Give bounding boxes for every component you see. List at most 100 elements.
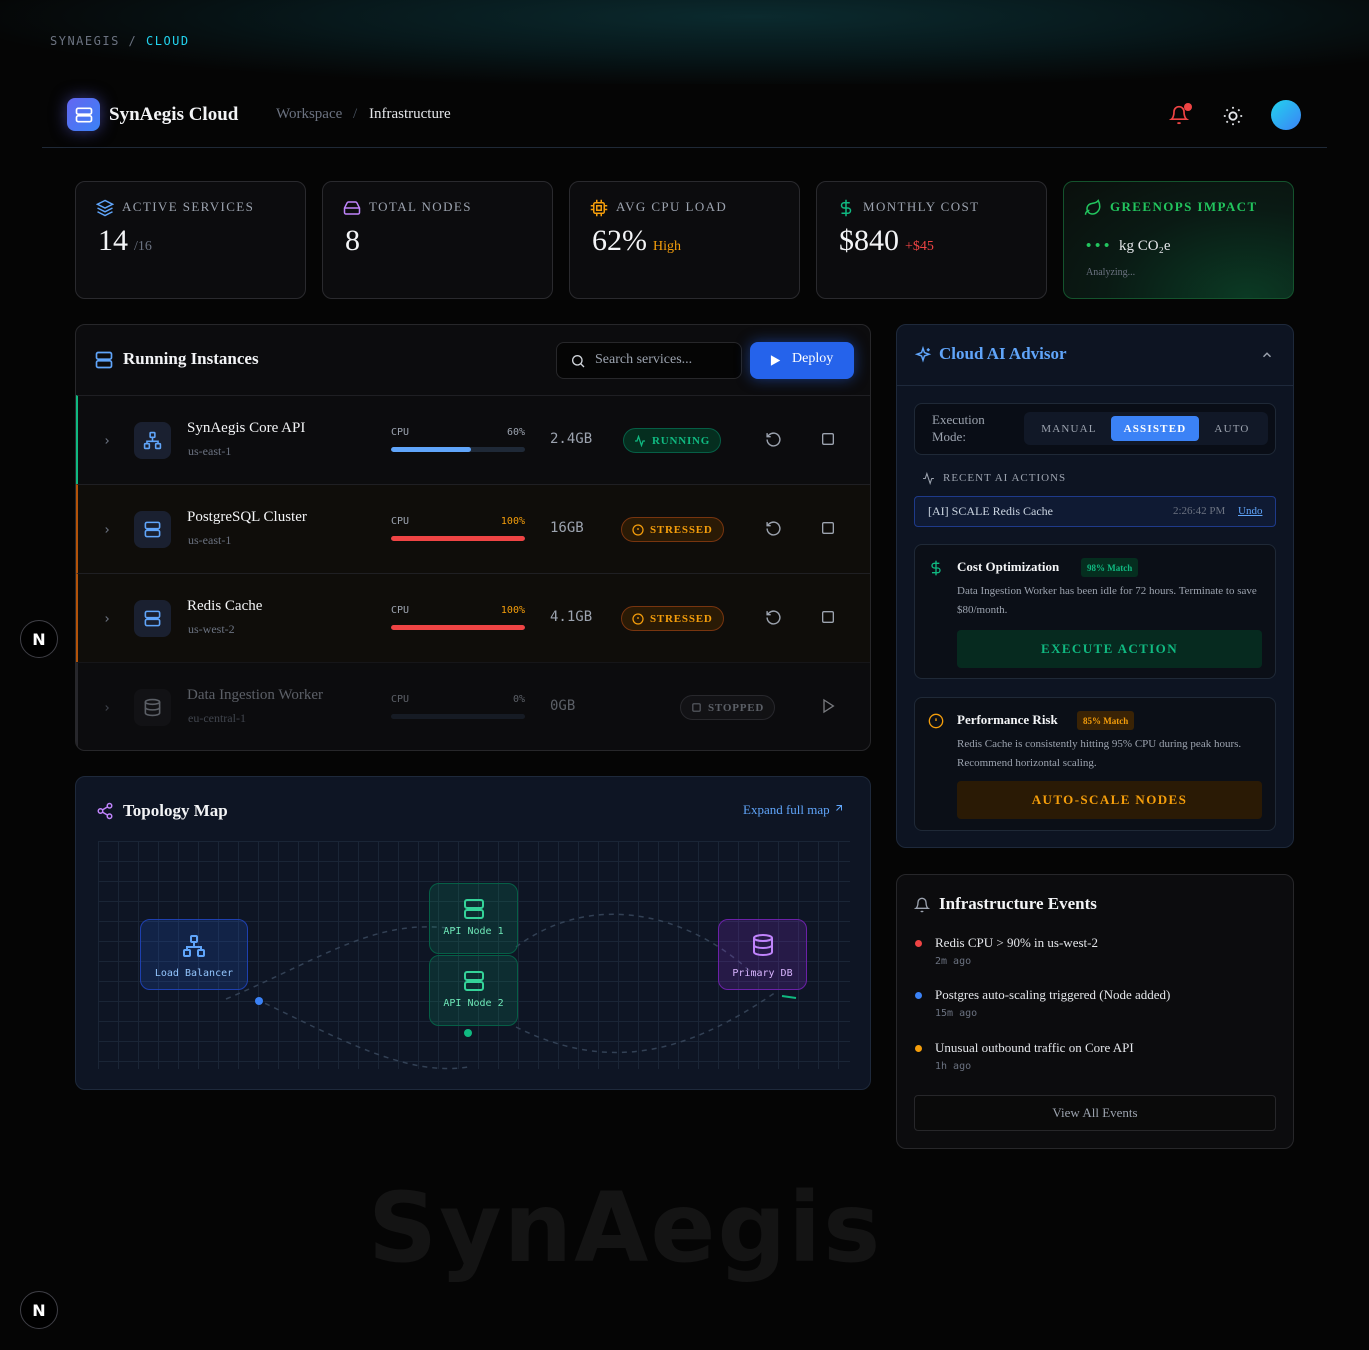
mode-auto-button[interactable]: AUTO bbox=[1202, 416, 1262, 441]
stat-greenops: GREENOPS IMPACT • • • kg CO₂e Analyzing.… bbox=[1063, 181, 1294, 299]
database-icon bbox=[134, 689, 171, 726]
restart-icon[interactable] bbox=[765, 431, 782, 448]
breadcrumb-root[interactable]: SYNAEGIS bbox=[50, 34, 120, 48]
cpu-percent: 60% bbox=[506, 427, 525, 438]
view-all-events-button[interactable]: View All Events bbox=[914, 1095, 1276, 1131]
execution-mode-label: Execution Mode: bbox=[932, 412, 985, 444]
cpu-icon bbox=[590, 199, 608, 217]
stat-label: AVG CPU LOAD bbox=[616, 199, 728, 214]
theme-toggle-sun-icon[interactable] bbox=[1222, 105, 1244, 127]
restart-icon[interactable] bbox=[765, 520, 782, 537]
instance-row[interactable]: SynAegis Core API us-east-1 CPU 60% 2.4G… bbox=[76, 395, 870, 484]
cpu-percent: 100% bbox=[500, 605, 525, 616]
logo-icon[interactable] bbox=[67, 98, 100, 131]
stop-icon[interactable] bbox=[820, 520, 836, 536]
node-primary-db[interactable]: Primary DB bbox=[718, 919, 807, 990]
event-dot bbox=[915, 1045, 922, 1052]
event-dot bbox=[915, 992, 922, 999]
stat-total-nodes: TOTAL NODES 8 bbox=[322, 181, 553, 299]
stat-label: TOTAL NODES bbox=[369, 199, 472, 214]
mode-assisted-button[interactable]: ASSISTED bbox=[1111, 416, 1199, 441]
memory-value: 4.1GB bbox=[550, 609, 593, 625]
recent-action-time: 2:26:42 PM bbox=[1173, 505, 1226, 517]
instance-region: us-west-2 bbox=[188, 622, 235, 636]
restart-icon[interactable] bbox=[765, 609, 782, 626]
bell-icon bbox=[913, 896, 931, 919]
status-text: STRESSED bbox=[650, 523, 713, 536]
node-label: API Node 2 bbox=[443, 998, 504, 1009]
panel-title: Infrastructure Events bbox=[939, 894, 1097, 913]
breadcrumb-workspace[interactable]: Workspace bbox=[276, 106, 342, 123]
cpu-bar bbox=[391, 625, 525, 630]
hard-drive-icon bbox=[343, 199, 361, 217]
stat-label: ACTIVE SERVICES bbox=[122, 199, 255, 214]
infrastructure-events-panel: Infrastructure Events Redis CPU > 90% in… bbox=[896, 874, 1294, 1149]
execute-action-button[interactable]: EXECUTE ACTION bbox=[957, 630, 1262, 668]
memory-value: 16GB bbox=[550, 520, 584, 536]
play-icon[interactable] bbox=[820, 698, 836, 714]
stop-icon[interactable] bbox=[820, 609, 836, 625]
node-api-1[interactable]: API Node 1 bbox=[429, 883, 518, 954]
stat-value: 8 bbox=[345, 224, 360, 258]
running-instances-panel: Running Instances Search services... Dep… bbox=[75, 324, 871, 751]
memory-value: 0GB bbox=[550, 698, 576, 714]
dollar-icon bbox=[928, 559, 944, 582]
notification-dot bbox=[1184, 103, 1192, 111]
stat-value: • • • kg CO₂e bbox=[1086, 238, 1171, 255]
stat-active-services: ACTIVE SERVICES 14/16 bbox=[75, 181, 306, 299]
stop-icon[interactable] bbox=[820, 431, 836, 447]
event-time: 15m ago bbox=[935, 1008, 978, 1019]
node-api-2[interactable]: API Node 2 bbox=[429, 955, 518, 1026]
node-label: API Node 1 bbox=[443, 926, 504, 937]
instance-row[interactable]: PostgreSQL Cluster us-east-1 CPU 100% 16… bbox=[76, 484, 870, 573]
search-icon bbox=[570, 353, 586, 374]
chevron-right-icon[interactable] bbox=[102, 612, 112, 624]
dev-badge-letter: N bbox=[32, 1300, 46, 1320]
instance-name: Redis Cache bbox=[187, 598, 263, 614]
deploy-button[interactable]: Deploy bbox=[750, 342, 854, 379]
topology-map-panel: Topology Map Expand full map Load Balanc… bbox=[75, 776, 871, 1090]
dev-badge-icon[interactable]: N bbox=[20, 1291, 58, 1329]
instance-row[interactable]: Redis Cache us-west-2 CPU 100% 4.1GB STR… bbox=[76, 573, 870, 662]
chevron-right-icon[interactable] bbox=[102, 701, 112, 713]
dev-badge-letter: N bbox=[32, 629, 46, 649]
chevron-right-icon[interactable] bbox=[102, 434, 112, 446]
instance-row[interactable]: Data Ingestion Worker eu-central-1 CPU 0… bbox=[76, 662, 870, 750]
recommendation-card-cost: Cost Optimization 98% Match Data Ingesti… bbox=[914, 544, 1276, 679]
cpu-label: CPU bbox=[391, 605, 410, 616]
app-header: SynAegis Cloud Workspace / Infrastructur… bbox=[42, 95, 1327, 148]
search-input[interactable]: Search services... bbox=[556, 342, 742, 379]
memory-value: 2.4GB bbox=[550, 431, 593, 447]
execution-mode-toggle: MANUAL ASSISTED AUTO bbox=[1024, 412, 1268, 445]
stat-sub: High bbox=[653, 239, 681, 254]
node-load-balancer[interactable]: Load Balancer bbox=[140, 919, 248, 990]
chevron-right-icon[interactable] bbox=[102, 523, 112, 535]
recent-action-row: [AI] SCALE Redis Cache 2:26:42 PM Undo bbox=[914, 496, 1276, 527]
execution-mode-box: Execution Mode: MANUAL ASSISTED AUTO bbox=[914, 403, 1276, 455]
chevron-up-icon[interactable] bbox=[1260, 348, 1274, 367]
user-avatar[interactable] bbox=[1271, 100, 1301, 130]
server-icon bbox=[134, 511, 171, 548]
mode-manual-button[interactable]: MANUAL bbox=[1030, 416, 1108, 441]
match-badge: 85% Match bbox=[1077, 711, 1135, 730]
status-badge: STRESSED bbox=[621, 606, 724, 631]
dev-badge-icon[interactable]: N bbox=[20, 620, 58, 658]
instance-region: us-east-1 bbox=[188, 444, 232, 458]
stat-monthly-cost: MONTHLY COST $840 +$45 bbox=[816, 181, 1047, 299]
undo-link[interactable]: Undo bbox=[1238, 505, 1262, 517]
watermark-logo: SynAegis bbox=[368, 1172, 883, 1284]
ai-advisor-panel: Cloud AI Advisor Execution Mode: MANUAL … bbox=[896, 324, 1294, 848]
loading-dots: • • • bbox=[1086, 238, 1110, 254]
stat-number: $840 bbox=[839, 224, 899, 257]
status-text: STOPPED bbox=[708, 701, 765, 714]
match-badge: 98% Match bbox=[1081, 558, 1139, 577]
instance-region: us-east-1 bbox=[188, 533, 232, 547]
recommendation-card-performance: Performance Risk 85% Match Redis Cache i… bbox=[914, 697, 1276, 831]
cpu-bar-fill bbox=[391, 536, 525, 541]
breadcrumb-infrastructure: Infrastructure bbox=[369, 106, 451, 122]
stopped-square-icon bbox=[692, 703, 701, 712]
auto-scale-button[interactable]: AUTO-SCALE NODES bbox=[957, 781, 1262, 819]
stat-number: 8 bbox=[345, 224, 360, 257]
stat-number: 14 bbox=[98, 224, 128, 257]
play-icon bbox=[768, 353, 782, 373]
